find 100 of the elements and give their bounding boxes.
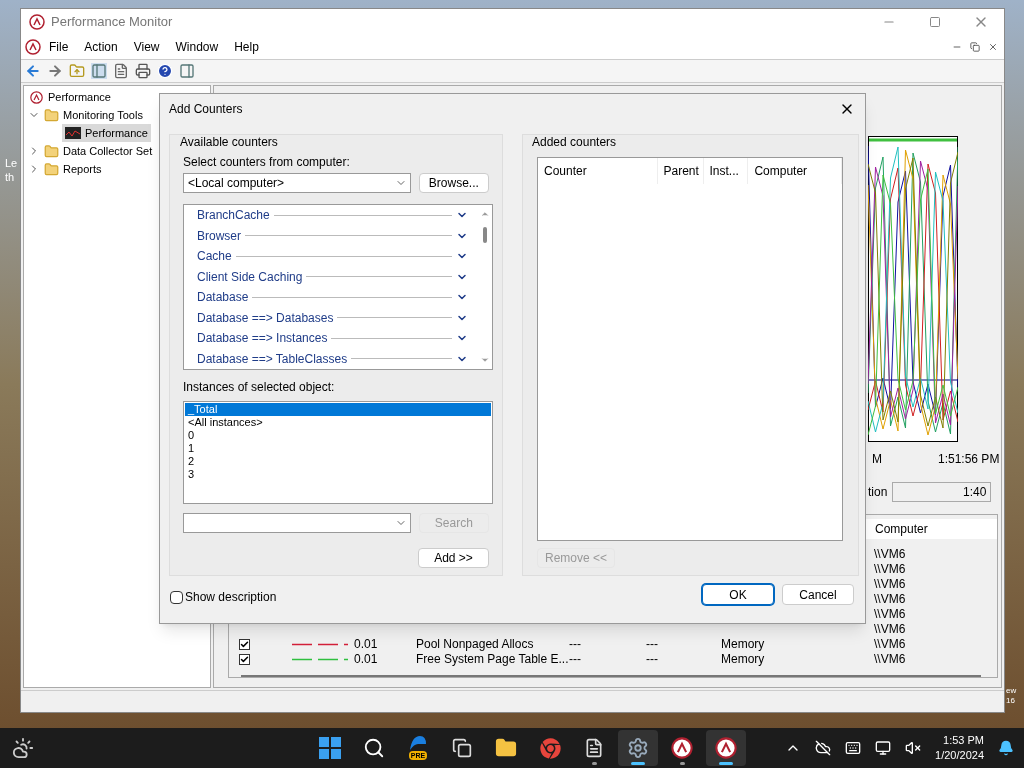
instance-item[interactable]: 1: [185, 442, 491, 455]
restore-icon[interactable]: [970, 42, 980, 52]
taskbar-app[interactable]: [618, 730, 658, 766]
checkbox[interactable]: [239, 654, 250, 665]
computer-cell: \\VM6: [874, 592, 906, 607]
column-header[interactable]: Parent: [657, 158, 704, 184]
volume-muted-icon[interactable]: [905, 740, 922, 756]
scrollbar-thumb[interactable]: [483, 227, 487, 243]
computer-cell: \\VM6: [874, 652, 906, 667]
scroll-down-icon: [480, 355, 490, 365]
swirl-icon: [410, 736, 426, 750]
folder-icon: [44, 161, 59, 177]
counter-item[interactable]: Database: [197, 287, 468, 308]
tree-item[interactable]: Performance: [62, 124, 151, 142]
value-cell-text: 0.01: [354, 652, 379, 667]
properties-icon[interactable]: [113, 63, 129, 79]
menu-item[interactable]: File: [41, 38, 77, 56]
windows-stack-icon: [452, 738, 472, 758]
folder-icon: [495, 737, 517, 759]
column-header[interactable]: Computer: [875, 520, 928, 538]
counter-item[interactable]: Database ==> Databases: [197, 307, 468, 328]
gauge-icon: [671, 737, 693, 759]
dialog-title: Add Counters: [169, 100, 243, 118]
computer-cell: \\VM6: [874, 622, 906, 637]
desktop-label: 16: [1006, 696, 1016, 706]
counter-item[interactable]: BranchCache: [197, 205, 468, 226]
menu-item[interactable]: View: [125, 38, 168, 56]
tree-item[interactable]: Data Collector Set: [63, 142, 153, 160]
forward-icon[interactable]: [47, 63, 63, 79]
group-label: Added counters: [532, 135, 618, 149]
menu-item[interactable]: Window: [167, 38, 227, 56]
object-cell-text: Memory: [721, 652, 766, 667]
computer-cell: \\VM6: [874, 547, 906, 562]
computer-cell: \\VM6: [874, 562, 906, 577]
desktop-label: th: [5, 170, 16, 184]
folder-icon: [44, 143, 59, 159]
instance-item[interactable]: 2: [185, 455, 491, 468]
settings-icon: [627, 737, 649, 759]
time-label: M: [872, 451, 882, 468]
search-dropdown[interactable]: [183, 513, 411, 533]
instance-item[interactable]: _Total: [185, 403, 491, 416]
column-header[interactable]: Inst...: [703, 158, 749, 184]
checkbox[interactable]: [239, 639, 250, 650]
window-title: Performance Monitor: [51, 13, 173, 32]
printer-icon[interactable]: [135, 63, 151, 79]
browse-button[interactable]: Browse...: [418, 173, 489, 193]
network-icon[interactable]: [875, 740, 892, 756]
menu-item[interactable]: Action: [76, 38, 126, 56]
add-button[interactable]: Add >>: [418, 548, 489, 568]
folder-icon: [44, 107, 59, 123]
duration-field: 1:40: [892, 482, 992, 502]
chart-icon: [65, 127, 81, 139]
close-icon[interactable]: [988, 42, 998, 52]
pane-icon[interactable]: [179, 63, 195, 79]
show-description-checkbox[interactable]: Show description: [170, 588, 277, 606]
instance-cell-text: ---: [569, 637, 582, 652]
help-icon[interactable]: [157, 63, 173, 79]
taskbar-app[interactable]: [706, 730, 746, 766]
instance-item[interactable]: <All instances>: [185, 416, 491, 429]
counter-item[interactable]: Database ==> Instances: [197, 328, 468, 349]
parent-cell-text: ---: [646, 652, 659, 667]
counter-item[interactable]: Client Side Caching: [197, 266, 468, 287]
back-icon[interactable]: [25, 63, 41, 79]
notification-bell-icon[interactable]: [998, 740, 1014, 756]
clock-date[interactable]: 1/20/2024: [935, 748, 984, 763]
counter-cell-text: Pool Nonpaged Allocs: [416, 637, 535, 652]
group-label: Available counters: [180, 135, 279, 149]
column-header[interactable]: Computer: [748, 158, 842, 184]
gauge-icon: [29, 14, 45, 30]
cloud-off-icon[interactable]: [815, 740, 832, 756]
counter-item[interactable]: Browser: [197, 225, 468, 246]
time-label: 1:51:56 PM: [938, 451, 1000, 468]
parent-cell-text: ---: [646, 637, 659, 652]
computer-cell: \\VM6: [874, 607, 906, 622]
counter-item[interactable]: Cache: [197, 246, 468, 267]
windows-logo-icon: [319, 737, 341, 759]
instance-cell-text: ---: [569, 652, 582, 667]
scroll-up-icon: [480, 209, 490, 219]
menu-item[interactable]: Help: [226, 38, 267, 56]
computer-dropdown[interactable]: <Local computer>: [183, 173, 411, 193]
object-cell-text: Memory: [721, 637, 766, 652]
dialog-button[interactable]: OK: [702, 584, 774, 605]
clock-time[interactable]: 1:53 PM: [943, 733, 984, 748]
counter-item[interactable]: Database ==> TableClasses: [197, 348, 468, 369]
tree-item[interactable]: Reports: [63, 160, 102, 178]
tree-item[interactable]: Performance: [48, 88, 111, 106]
dialog-button[interactable]: Cancel: [782, 584, 854, 605]
keyboard-icon[interactable]: [845, 740, 862, 756]
document-icon: [584, 738, 604, 758]
pane-icon[interactable]: [91, 63, 107, 79]
instance-item[interactable]: 3: [185, 468, 491, 481]
counter-cell: Free System Page Table E...: [416, 652, 569, 667]
weather-icon[interactable]: [12, 737, 34, 759]
gauge-icon: [715, 737, 737, 759]
maximize-icon: [929, 16, 941, 28]
instance-item[interactable]: 0: [185, 429, 491, 442]
computer-cell: \\VM6: [874, 577, 906, 592]
value-cell-text: 0.01: [354, 637, 379, 652]
column-header[interactable]: Counter: [538, 158, 658, 184]
tree-item[interactable]: Monitoring Tools: [63, 106, 143, 124]
